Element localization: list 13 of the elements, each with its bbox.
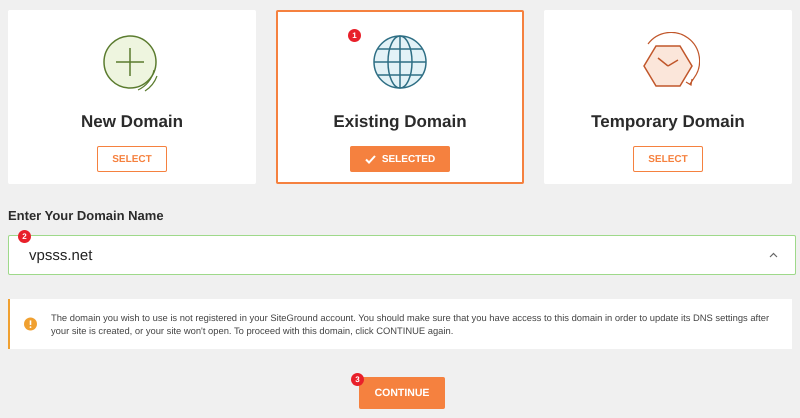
option-card[interactable]: New Domain SELECT — [8, 10, 256, 184]
number-badge: 2 — [18, 230, 31, 243]
field-label: Enter Your Domain Name — [8, 208, 165, 223]
option-card[interactable]: 1 Existing Domain SELECTED — [276, 10, 524, 184]
number-badge: 3 — [351, 373, 364, 386]
check-icon — [364, 154, 376, 164]
number-badge: 1 — [348, 29, 361, 42]
card-title: Existing Domain — [333, 112, 467, 132]
card-title: Temporary Domain — [591, 112, 745, 132]
chevron-up-icon[interactable] — [769, 252, 778, 258]
card-title: New Domain — [80, 112, 184, 132]
option-card[interactable]: Temporary Domain SELECT — [544, 10, 792, 184]
warning-message: The domain you wish to use is not registered in your SiteGround account. You should make sure that you have access to this domain in order to update its DNS settings after your site is created, or your site won't open. To proceed with this domain, click CONTINUE again. — [50, 311, 770, 337]
